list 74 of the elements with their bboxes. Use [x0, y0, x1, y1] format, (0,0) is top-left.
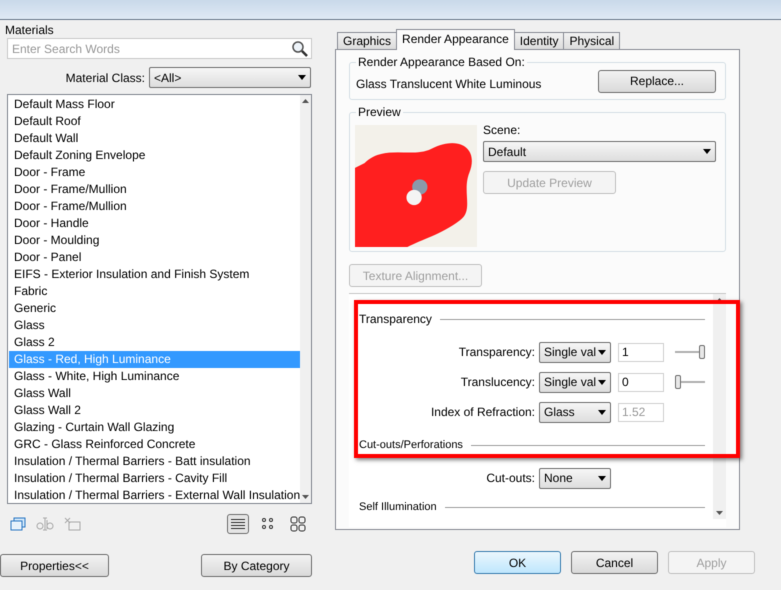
by-category-button[interactable]: By Category	[201, 554, 312, 577]
property-label: Index of Refraction:	[430, 404, 536, 421]
material-list-item[interactable]: Door - Frame	[9, 164, 300, 181]
material-class-label: Material Class:	[66, 70, 145, 86]
search-icon[interactable]	[291, 40, 309, 58]
material-list-item[interactable]: Door - Handle	[9, 215, 300, 232]
cutouts-dropdown[interactable]: None	[539, 468, 611, 488]
list-view-icon	[231, 518, 245, 530]
materials-group-label: Materials	[5, 22, 55, 38]
material-list-item[interactable]: Insulation / Thermal Barriers - External Wall Insulation	[9, 487, 300, 504]
material-list-item[interactable]: Insulation / Thermal Barriers - Cavity Fill	[9, 470, 300, 487]
value-field[interactable]: 1	[618, 342, 664, 362]
material-list-item[interactable]: Glass Wall 2	[9, 402, 300, 419]
material-list-item[interactable]: GRC - Glass Reinforced Concrete	[9, 436, 300, 453]
material-list-item[interactable]: Default Roof	[9, 113, 300, 130]
properties-button[interactable]: Properties<<	[0, 554, 109, 577]
material-list-item[interactable]: Glass	[9, 317, 300, 334]
property-label: Cut-outs:	[485, 470, 536, 487]
replace-button[interactable]: Replace...	[598, 70, 716, 92]
dialog-button[interactable]: Cancel	[571, 551, 658, 574]
property-label: Translucency:	[460, 374, 536, 391]
material-list-item[interactable]: Glass Wall	[9, 385, 300, 402]
material-list-item[interactable]: Door - Moulding	[9, 232, 300, 249]
material-list-item[interactable]: Default Mass Floor	[9, 96, 300, 113]
tab[interactable]: Graphics	[337, 32, 398, 50]
material-list-item[interactable]: Glass 2	[9, 334, 300, 351]
dropdown-arrow-icon	[598, 350, 606, 354]
scene-label: Scene:	[483, 122, 522, 138]
view-mode-toggle[interactable]	[227, 514, 249, 534]
slider-track[interactable]	[675, 345, 705, 359]
material-list-item[interactable]: Fabric	[9, 283, 300, 300]
search-field[interactable]: Enter Search Words	[7, 38, 312, 59]
dropdown-arrow-icon	[298, 75, 306, 80]
search-input[interactable]: Enter Search Words	[12, 40, 291, 58]
scroll-down-arrow-icon[interactable]	[716, 511, 723, 515]
material-list-item[interactable]: Default Zoning Envelope	[9, 147, 300, 164]
slider-thumb[interactable]	[675, 375, 681, 389]
scene-dropdown[interactable]: Default	[483, 141, 716, 162]
list-scrollbar[interactable]	[300, 95, 311, 503]
tab[interactable]: Render Appearance	[396, 29, 515, 50]
duplicate-icon[interactable]	[10, 517, 26, 531]
scroll-up-arrow-icon[interactable]	[302, 99, 310, 103]
section-title: Cut-outs/Perforations	[359, 439, 463, 451]
scroll-down-arrow-icon[interactable]	[302, 495, 310, 499]
material-list-item[interactable]: EIFS - Exterior Insulation and Finish System	[9, 266, 300, 283]
dialog-button[interactable]: OK	[474, 551, 561, 574]
appearance-name: Glass Translucent White Luminous	[356, 76, 542, 92]
value-field[interactable]: 0	[618, 372, 664, 392]
panel-scrollbar[interactable]	[713, 294, 726, 519]
dropdown-arrow-icon	[703, 149, 711, 154]
dropdown-arrow-icon	[598, 380, 606, 384]
material-list-item[interactable]: Insulation / Thermal Barriers - Batt insulation	[9, 453, 300, 470]
material-list-item[interactable]: Door - Frame/Mullion	[9, 181, 300, 198]
material-list-item[interactable]: Door - Frame/Mullion	[9, 198, 300, 215]
tab[interactable]: Physical	[563, 32, 620, 50]
slider-track[interactable]	[675, 375, 705, 389]
slider-thumb[interactable]	[699, 345, 705, 359]
section-title: Self Illumination	[359, 501, 437, 513]
scroll-up-arrow-icon[interactable]	[716, 298, 723, 302]
mode-dropdown[interactable]: Single val	[539, 372, 611, 392]
based-on-legend: Render Appearance Based On:	[356, 54, 527, 70]
dropdown-arrow-icon	[598, 410, 606, 414]
small-dots-icon	[262, 518, 274, 530]
material-class-dropdown[interactable]: <All>	[149, 67, 311, 88]
mode-dropdown[interactable]: Single val	[539, 342, 611, 362]
material-list-item[interactable]: Generic	[9, 300, 300, 317]
property-label: Transparency:	[458, 344, 536, 361]
large-tiles-icon	[290, 516, 306, 532]
material-list-item[interactable]: Glass - White, High Luminance	[9, 368, 300, 385]
material-list-item[interactable]: Door - Panel	[9, 249, 300, 266]
material-list-item[interactable]: Glazing - Curtain Wall Glazing	[9, 419, 300, 436]
section-title: Transparency	[359, 311, 432, 328]
material-list-item[interactable]: Default Wall	[9, 130, 300, 147]
dropdown-arrow-icon	[598, 476, 606, 480]
